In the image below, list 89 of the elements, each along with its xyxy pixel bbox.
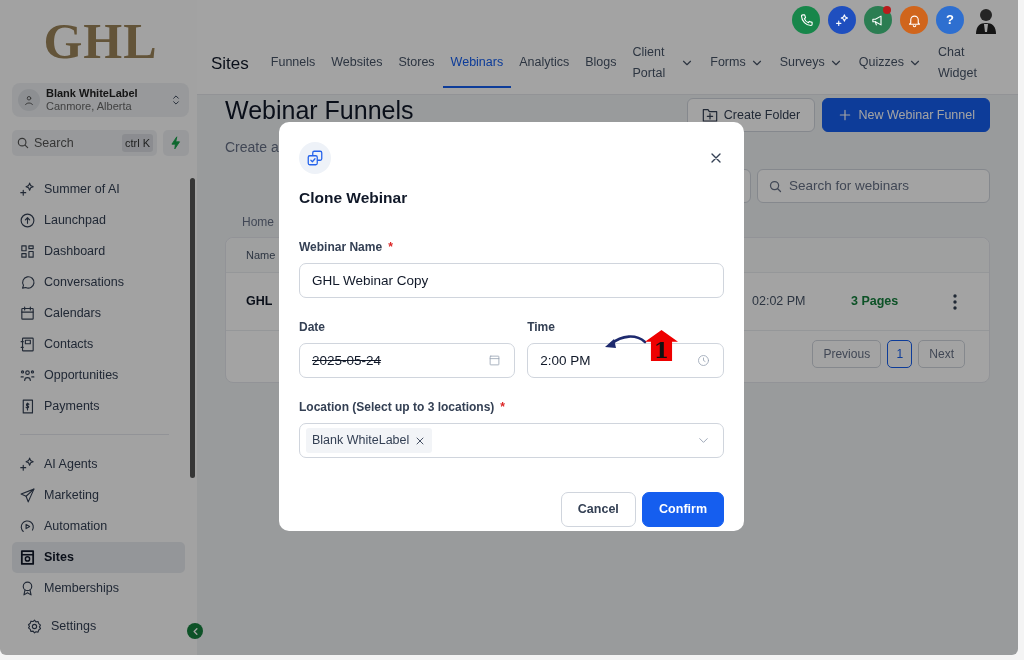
location-chip[interactable]: Blank WhiteLabel — [306, 428, 433, 454]
page-count-link[interactable]: 3 Pages — [851, 292, 953, 311]
sidebar-item[interactable]: Launchpad — [12, 205, 185, 236]
table-cell-text: GHL — [246, 293, 274, 311]
sparkle-button[interactable] — [828, 6, 856, 34]
location-icon — [22, 93, 36, 107]
quick-action-button[interactable] — [163, 130, 189, 156]
play-icon — [19, 518, 36, 535]
sidebar-item[interactable]: Summer of AI — [12, 174, 185, 205]
text-field[interactable]: GHL Webinar Copy — [299, 263, 724, 299]
sidebar-item[interactable]: Opportunities — [12, 360, 185, 391]
sidebar-item[interactable]: Settings — [19, 615, 104, 637]
field-label: Webinar Name — [299, 239, 383, 257]
field-label: Date — [299, 319, 325, 337]
lightning-icon — [169, 136, 183, 150]
phone-icon — [798, 12, 814, 28]
previous-button[interactable]: Previous — [812, 340, 882, 368]
select-field[interactable]: Blank WhiteLabel — [299, 423, 724, 459]
bell-button[interactable] — [900, 6, 928, 34]
dashboard-icon — [19, 243, 36, 260]
nav-tab[interactable]: Chat Widget — [930, 40, 990, 88]
sidebar-item[interactable]: Sites — [12, 542, 185, 573]
nav-tab[interactable]: Client Portal — [624, 40, 703, 88]
nav-tab[interactable]: Stores — [390, 40, 443, 88]
sidebar-item[interactable]: Memberships — [12, 573, 185, 604]
sidebar-item[interactable]: AI Agents — [12, 449, 185, 480]
nav-tab[interactable]: Quizzes — [850, 40, 930, 88]
calendar-icon — [486, 353, 502, 369]
account-name: Blank WhiteLabel — [46, 87, 139, 100]
page-subtitle: Create a — [225, 138, 279, 157]
search-placeholder: Search for webinars — [789, 176, 910, 195]
nav-tab[interactable]: Websites — [323, 40, 391, 88]
calendar-icon — [19, 305, 36, 322]
search-field[interactable]: Search for webinars — [757, 169, 990, 203]
megaphone-button[interactable] — [864, 6, 892, 34]
section-title: Sites — [211, 53, 249, 76]
nav-tab[interactable]: Funnels — [262, 40, 324, 88]
search-icon — [768, 178, 783, 194]
column-header: Name — [246, 247, 276, 263]
more-options-icon[interactable] — [953, 293, 957, 310]
sidebar-item[interactable]: Marketing — [12, 480, 185, 511]
phone-button[interactable] — [792, 6, 820, 34]
search-icon — [16, 136, 30, 150]
collapse-button[interactable] — [187, 623, 203, 639]
sidebar-item[interactable]: Payments — [12, 391, 185, 422]
chat-bubble-icon — [19, 274, 36, 291]
sidebar-item[interactable]: Automation — [12, 511, 185, 542]
website-icon — [19, 549, 36, 566]
nav-tab[interactable]: Surveys — [771, 40, 851, 88]
search-placeholder: Search — [34, 134, 74, 152]
field-label: Location (Select up to 3 locations) — [299, 399, 495, 417]
account-switcher[interactable]: Blank WhiteLabel Canmore, Alberta — [12, 83, 189, 117]
sparkle-icon — [834, 12, 850, 28]
sidebar-item[interactable]: Conversations — [12, 267, 185, 298]
people-icon — [19, 367, 36, 384]
sidebar-item[interactable]: Dashboard — [12, 236, 185, 267]
settings-icon — [26, 617, 43, 635]
sidebar-item[interactable]: Calendars — [12, 298, 185, 329]
clock-icon — [696, 353, 711, 369]
sparkle-icon — [19, 456, 36, 473]
new-funnel-button[interactable]: New Webinar Funnel — [821, 98, 990, 132]
dialog-title: Clone Webinar — [299, 188, 409, 208]
confirm-button[interactable]: Confirm — [642, 492, 724, 528]
search-field[interactable]: Search ctrl K — [12, 130, 157, 156]
logo: GHL — [42, 16, 159, 66]
shortcut-key: ctrl K — [121, 133, 153, 153]
sparkle-icon — [19, 181, 36, 198]
bell-icon — [906, 12, 922, 28]
nav-tab[interactable]: Analytics — [511, 40, 578, 88]
nav-tab[interactable]: Webinars — [442, 40, 512, 88]
clone-icon — [306, 149, 324, 167]
next-button[interactable]: Next — [918, 340, 965, 368]
page-title: Webinar Funnels — [225, 98, 414, 123]
page-button[interactable]: 1 — [887, 340, 913, 368]
account-location: Canmore, Alberta — [46, 100, 133, 113]
folder-icon — [701, 107, 718, 123]
rocket-icon — [19, 212, 36, 229]
contact-card-icon — [19, 336, 36, 353]
date-field[interactable]: 2025-05-24 — [299, 343, 515, 379]
nav-tab[interactable]: Blogs — [577, 40, 625, 88]
nav-tab[interactable]: Forms — [702, 40, 772, 88]
cancel-button[interactable]: Cancel — [560, 492, 636, 528]
table-cell-text: 02:02 PM — [752, 293, 807, 311]
field-label: Time — [527, 319, 555, 337]
help-button[interactable]: ? — [936, 6, 964, 34]
paper-plane-icon — [19, 487, 36, 504]
required-mark: * — [388, 239, 393, 257]
required-mark: * — [500, 399, 506, 417]
sidebar-item[interactable]: Contacts — [12, 329, 185, 360]
